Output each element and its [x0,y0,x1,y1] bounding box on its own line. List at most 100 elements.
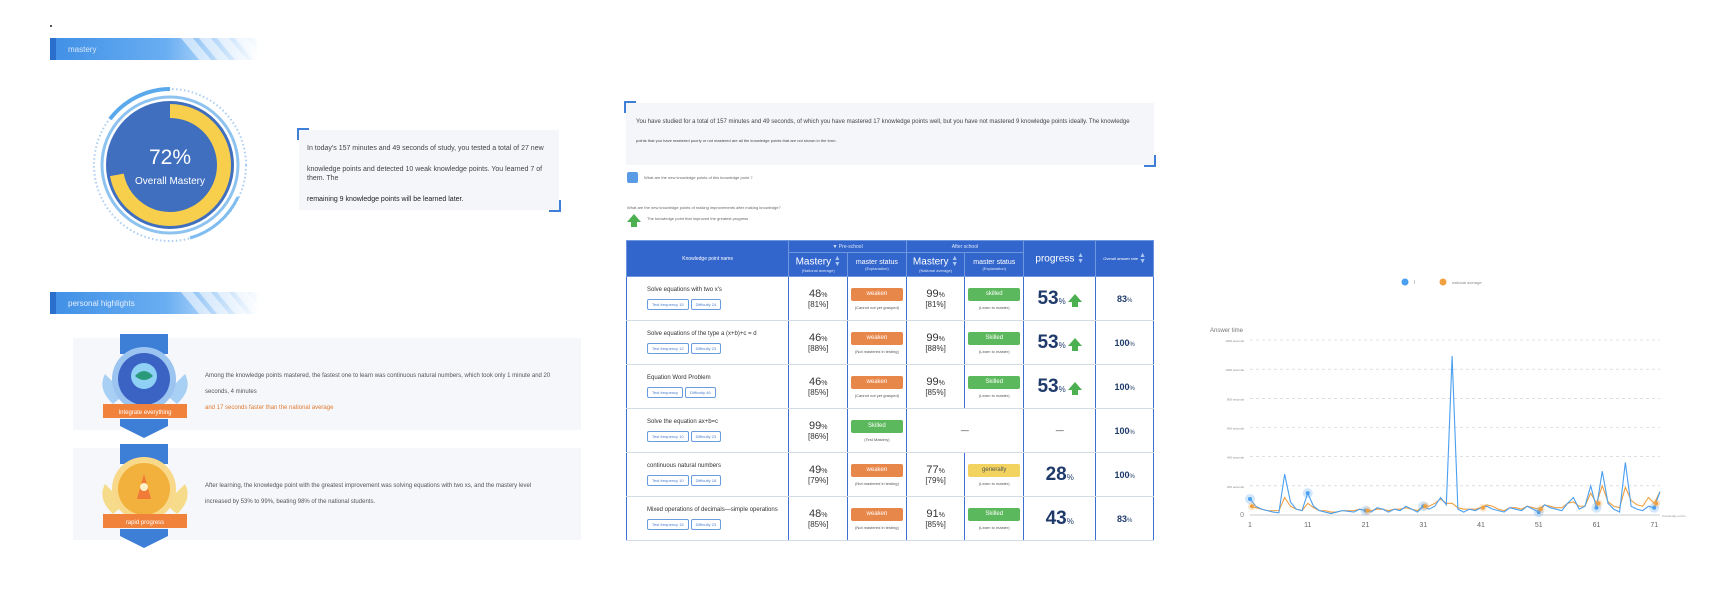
status-badge: weaken [850,463,903,477]
progress-cell: 53% [1023,364,1097,409]
pre-mastery-cell: 48% [85%] [788,496,849,541]
post-mastery-cell: 99% [85%] [905,364,966,409]
knowledge-point-name[interactable]: Mixed operations of decimals—simple oper… [625,496,790,541]
post-empty-cell: — [905,408,1025,453]
summary-line: remaining 9 knowledge points will be lea… [307,196,464,203]
table-row: continuous natural numbers Test frequenc… [625,452,1154,497]
badge-label: Integrate everything [118,410,171,416]
sort-icon[interactable]: ▲ ▼ [1077,252,1084,265]
knowledge-point-name[interactable]: Solve equations of the type a (x+b)+c = … [625,320,790,365]
data-point [1305,491,1310,496]
table-row: Equation Word Problem Test frequency Diff… [625,364,1154,409]
difficulty-tag: Difficulty 23 [690,431,722,442]
data-point [1250,504,1254,509]
post-mastery-cell: 99% [88%] [905,320,966,365]
x-tick-label: 31 [1419,522,1427,529]
progress-cell: 53% [1023,320,1097,365]
post-mastery-cell: 91% [85%] [905,496,966,541]
y-tick-label: 1200 seconds [1225,339,1244,343]
progress-cell: 43% [1023,496,1097,541]
post-status-cell: Skilled (Learn to master) [964,496,1025,541]
pre-status-cell: weaken (Not mastered in testing) [847,320,907,365]
sort-icon[interactable]: ▲ ▼ [834,255,841,268]
status-badge: weaken [850,287,903,301]
knowledge-summary-box: You have studied for a total of 157 minu… [624,101,1156,167]
group-after-school: After school [905,240,1025,253]
pre-mastery-cell: 49% [79%] [788,452,849,497]
y-tick-label: 400 seconds [1227,456,1245,460]
pre-status-cell: weaken (Cannot not yet grasped) [847,364,907,409]
post-status-cell: Skilled (Learn to master) [964,364,1025,409]
y-tick-label: 600 seconds [1227,427,1245,431]
progress-up-arrow-icon [1067,381,1082,395]
knowledge-point-name[interactable]: Equation Word Problem Test frequency Diff… [625,364,790,409]
section-title-mastery: mastery [50,38,260,60]
x-axis-note: Knowledge points [1662,514,1686,518]
difficulty-tag: Difficulty 24 [690,299,722,310]
col-progress-sort[interactable]: progress ▲ ▼ [1023,240,1097,277]
table-row: Solve equations of the type a (x+b)+c = … [625,320,1154,365]
x-tick-label: 21 [1362,522,1370,529]
data-point [1596,501,1601,506]
test-frequency-tag: Test frequency 15 [647,519,689,530]
col-knowledge-name: Knowledge point name [625,240,790,277]
highlight-text: After learning, the knowledge point with… [205,483,532,505]
legend-item: What are the new knowledge points of thi… [627,172,753,183]
summary-line: In today's 157 minutes and 49 seconds of… [307,145,544,152]
test-frequency-tag: Test frequency 10 [647,475,689,486]
progress-up-arrow-icon [1067,293,1082,307]
tiny-mark [50,25,52,27]
knowledge-point-name[interactable]: Solve the equation ax+b=c Test frequency… [625,408,790,453]
pre-status-cell: weaken (Cannot not yet grasped) [847,276,907,321]
x-tick-label: 61 [1593,522,1601,529]
test-frequency-tag: Test frequency [647,387,684,398]
sort-icon[interactable]: ▲ ▼ [951,255,958,268]
col-post-status: master status (Explanation) [964,252,1025,277]
knowledge-point-name[interactable]: continuous natural numbers Test frequenc… [625,452,790,497]
difficulty-tag: Difficulty 23 [690,343,722,354]
highlight-card: Integrate everything Among the knowledge… [73,334,581,438]
knowledge-point-name[interactable]: Solve equations with two x's Test freque… [625,276,790,321]
answer-rate-cell: 83% [1095,276,1154,321]
x-tick-label: 71 [1650,522,1658,529]
test-frequency-tag: Test frequency 10 [647,431,689,442]
progress-cell: 28% [1023,452,1097,497]
post-status-cell: Skilled (Learn to master) [964,320,1025,365]
post-status-cell: generally (Learn to master) [964,452,1025,497]
status-badge: Skilled [968,507,1021,521]
new-knowledge-icon [627,172,638,183]
pre-status-cell: weaken (Not mastered in testing) [847,452,907,497]
test-frequency-tag: Test frequency 15 [647,299,689,310]
progress-cell: 53% [1023,276,1097,321]
difficulty-tag: Difficulty 18 [690,475,722,486]
legend-marker [1401,278,1409,286]
legend-item: The knowledge point that improved the gr… [627,214,748,227]
post-mastery-cell: 77% [79%] [905,452,966,497]
status-badge: Skilled [968,331,1021,345]
progress-up-arrow-icon [1067,337,1082,351]
status-badge: Skilled [850,419,903,433]
sort-icon[interactable]: ▲ ▼ [1139,252,1146,265]
col-pre-status: master status (Explanation) [847,252,907,277]
status-badge: Skilled [968,375,1021,389]
overall-mastery-gauge: 72% Overall Mastery [90,85,250,245]
pre-mastery-cell: 48% [81%] [788,276,849,321]
data-point [1480,505,1485,510]
legend-marker [1439,278,1447,286]
col-post-mastery[interactable]: Mastery ▲ ▼ (National average) [905,252,966,277]
group-pre-school[interactable]: ▼ Pre-school [788,240,907,253]
status-badge: generally [968,463,1021,477]
pre-status-cell: Skilled (Test Mastery) [847,408,907,453]
pre-mastery-cell: 99% [86%] [788,408,849,453]
difficulty-tag: Difficulty 23 [690,519,722,530]
y-tick-label: 200 seconds [1227,485,1245,489]
col-answer-rate-sort[interactable]: Overall answer rate ▲ ▼ [1095,240,1154,277]
data-point [1654,501,1659,506]
greatest-progress-arrow-icon [627,214,641,227]
pre-status-cell: weaken (Not mastered in testing) [847,496,907,541]
pre-mastery-cell: 46% [88%] [788,320,849,365]
table-row: Solve equations with two x's Test freque… [625,276,1154,321]
progress-cell: — [1023,408,1097,453]
col-pre-mastery[interactable]: Mastery ▲ ▼ (National average) [788,252,849,277]
answer-rate-cell: 100% [1095,320,1154,365]
